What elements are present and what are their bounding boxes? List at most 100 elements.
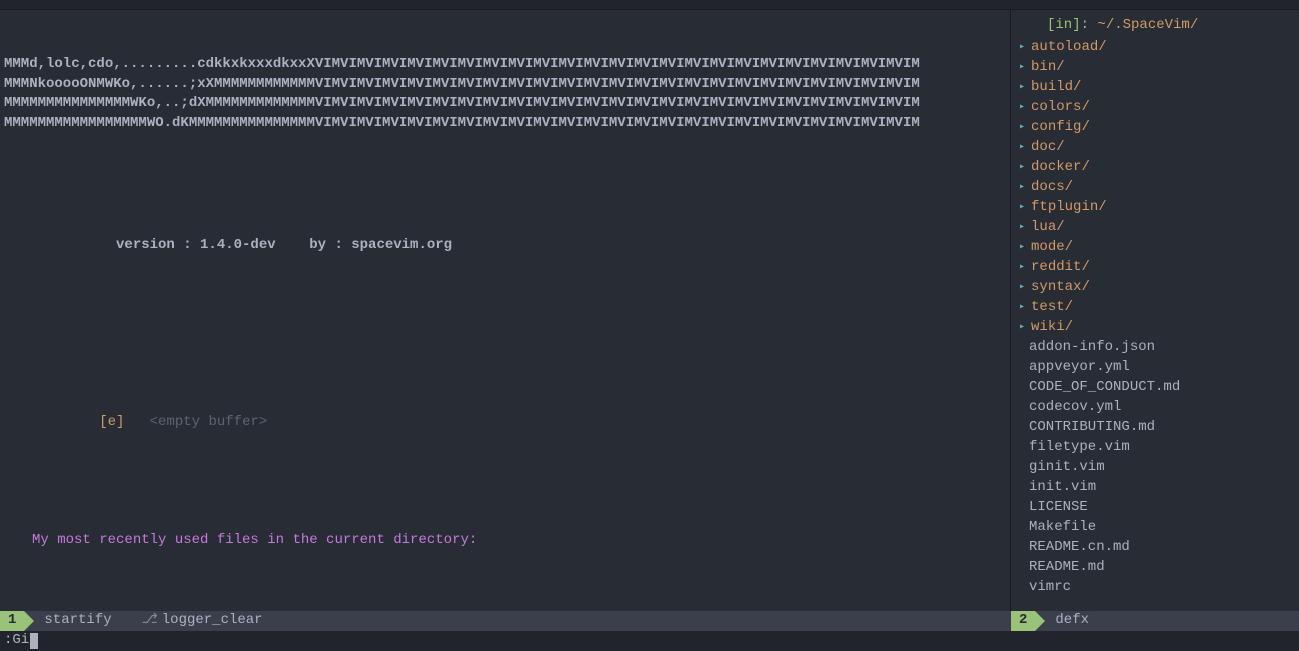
tree-dir[interactable]: ▸ reddit/ <box>1019 258 1291 278</box>
dir-name: bin/ <box>1031 58 1065 78</box>
ascii-line: MMMd,lolc,cdo,.........cdkkxkxxxdkxxXVIM… <box>4 55 1006 75</box>
tree-file[interactable]: filetype.vim <box>1019 438 1291 458</box>
tree-dir[interactable]: ▸ colors/ <box>1019 98 1291 118</box>
chevron-right-icon: ▸ <box>1019 61 1025 75</box>
chevron-right-icon: ▸ <box>1019 121 1025 135</box>
dir-name: build/ <box>1031 78 1081 98</box>
ascii-line: MMMNkooooONMWKo,......;xXMMMMMMMMMMMMVIM… <box>4 75 1006 95</box>
tree-file[interactable]: README.cn.md <box>1019 538 1291 558</box>
chevron-right-icon: ▸ <box>1019 321 1025 335</box>
tree-dir[interactable]: ▸ docs/ <box>1019 178 1291 198</box>
startify-buffer[interactable]: MMMd,lolc,cdo,.........cdkkxkxxxdkxxXVIM… <box>0 10 1010 611</box>
dir-name: config/ <box>1031 118 1090 138</box>
main-area: MMMd,lolc,cdo,.........cdkkxkxxxdkxxXVIM… <box>0 10 1299 611</box>
tree-dir[interactable]: ▸ config/ <box>1019 118 1291 138</box>
entry-label: <empty buffer> <box>150 414 268 430</box>
tree-in-label: [in]: <box>1047 16 1089 36</box>
file-name: README.cn.md <box>1029 538 1130 558</box>
separator-icon <box>1035 611 1045 631</box>
tree-dir[interactable]: ▸syntax/ <box>1019 278 1291 298</box>
dir-name: test/ <box>1031 298 1073 318</box>
version-line: version : 1.4.0-dev by : spacevim.org <box>4 236 1006 256</box>
tree-file[interactable]: CODE_OF_CONDUCT.md <box>1019 378 1291 398</box>
file-name: addon-info.json <box>1029 338 1155 358</box>
statusbar-right: 2 defx <box>1011 611 1299 631</box>
dir-name: reddit/ <box>1031 258 1090 278</box>
chevron-right-icon: ▸ <box>1019 101 1025 115</box>
dir-name: wiki/ <box>1031 318 1073 338</box>
buffer-name: defx <box>1045 611 1099 631</box>
ascii-line: MMMMMMMMMMMMMMMWKo,..;dXMMMMMMMMMMMMMVIM… <box>4 94 1006 114</box>
ascii-art: MMMd,lolc,cdo,.........cdkkxkxxxdkxxXVIM… <box>4 55 1006 133</box>
tree-dir[interactable]: ▸ mode/ <box>1019 238 1291 258</box>
chevron-right-icon: ▸ <box>1019 201 1025 215</box>
chevron-right-icon: ▸ <box>1019 141 1025 155</box>
branch-icon: ⎇ <box>142 612 158 628</box>
file-name: vimrc <box>1029 578 1071 598</box>
buffer-name: startify <box>34 611 121 631</box>
chevron-right-icon: ▸ <box>1019 241 1025 255</box>
right-pane: [in]: ~/.SpaceVim/ ▸autoload/▸bin/▸build… <box>1011 10 1299 611</box>
tree-dir[interactable]: ▸ bin/ <box>1019 58 1291 78</box>
file-name: CONTRIBUTING.md <box>1029 418 1155 438</box>
dir-name: docs/ <box>1031 178 1073 198</box>
branch-name: logger_clear <box>162 612 263 628</box>
file-name: appveyor.yml <box>1029 358 1130 378</box>
mru-dir-header: My most recently used files in the curre… <box>4 531 1006 551</box>
dir-name: lua/ <box>1031 218 1065 238</box>
file-name: filetype.vim <box>1029 438 1130 458</box>
command-text: :Gi <box>4 631 29 651</box>
tree-dir[interactable]: ▸autoload/ <box>1019 38 1291 58</box>
window-number-badge: 1 <box>0 611 24 631</box>
dir-name: doc/ <box>1031 138 1065 158</box>
tree-dir[interactable]: ▸ build/ <box>1019 78 1291 98</box>
file-tree[interactable]: [in]: ~/.SpaceVim/ ▸autoload/▸bin/▸build… <box>1011 10 1299 611</box>
file-name: CODE_OF_CONDUCT.md <box>1029 378 1180 398</box>
tree-file[interactable]: ginit.vim <box>1019 458 1291 478</box>
dir-name: mode/ <box>1031 238 1073 258</box>
git-branch-segment: ⎇logger_clear <box>132 611 273 631</box>
tree-file[interactable]: addon-info.json <box>1019 338 1291 358</box>
chevron-right-icon: ▸ <box>1019 81 1025 95</box>
cursor <box>30 633 38 649</box>
file-name: Makefile <box>1029 518 1096 538</box>
tree-dir[interactable]: ▸ docker/ <box>1019 158 1291 178</box>
tree-files: addon-info.jsonappveyor.ymlCODE_OF_CONDU… <box>1019 338 1291 598</box>
tree-file[interactable]: appveyor.yml <box>1019 358 1291 378</box>
tree-file[interactable]: README.md <box>1019 558 1291 578</box>
chevron-right-icon: ▸ <box>1019 281 1025 295</box>
file-name: codecov.yml <box>1029 398 1121 418</box>
tree-file[interactable]: Makefile <box>1019 518 1291 538</box>
tree-file[interactable]: vimrc <box>1019 578 1291 598</box>
command-line[interactable]: :Gi <box>0 631 1299 651</box>
empty-buffer-entry[interactable]: [e] <empty buffer> <box>4 394 1006 414</box>
tree-file[interactable]: init.vim <box>1019 478 1291 498</box>
tree-file[interactable]: codecov.yml <box>1019 398 1291 418</box>
file-name: ginit.vim <box>1029 458 1105 478</box>
tree-dir[interactable]: ▸ftplugin/ <box>1019 198 1291 218</box>
tree-dirs: ▸autoload/▸bin/▸build/▸colors/▸config/▸d… <box>1019 38 1291 338</box>
chevron-right-icon: ▸ <box>1019 161 1025 175</box>
tree-dir[interactable]: ▸test/ <box>1019 298 1291 318</box>
tree-file[interactable]: LICENSE <box>1019 498 1291 518</box>
tree-dir[interactable]: ▸ doc/ <box>1019 138 1291 158</box>
file-name: init.vim <box>1029 478 1096 498</box>
dir-name: colors/ <box>1031 98 1090 118</box>
separator-icon <box>122 611 132 631</box>
chevron-right-icon: ▸ <box>1019 261 1025 275</box>
statusbars: 1 startify ⎇logger_clear 2 defx <box>0 611 1299 631</box>
tree-dir[interactable]: ▸ wiki/ <box>1019 318 1291 338</box>
ascii-line: MMMMMMMMMMMMMMMMMWO.dKMMMMMMMMMMMMMMMVIM… <box>4 114 1006 134</box>
dir-name: docker/ <box>1031 158 1090 178</box>
chevron-right-icon: ▸ <box>1019 181 1025 195</box>
window-number-badge: 2 <box>1011 611 1035 631</box>
title-bar <box>0 0 1299 10</box>
file-name: README.md <box>1029 558 1105 578</box>
tree-file[interactable]: CONTRIBUTING.md <box>1019 418 1291 438</box>
tree-dir[interactable]: ▸ lua/ <box>1019 218 1291 238</box>
tree-header: [in]: ~/.SpaceVim/ <box>1019 16 1291 36</box>
chevron-right-icon: ▸ <box>1019 41 1025 55</box>
separator-icon <box>24 611 34 631</box>
entry-key: [e] <box>99 414 124 430</box>
chevron-right-icon: ▸ <box>1019 221 1025 235</box>
